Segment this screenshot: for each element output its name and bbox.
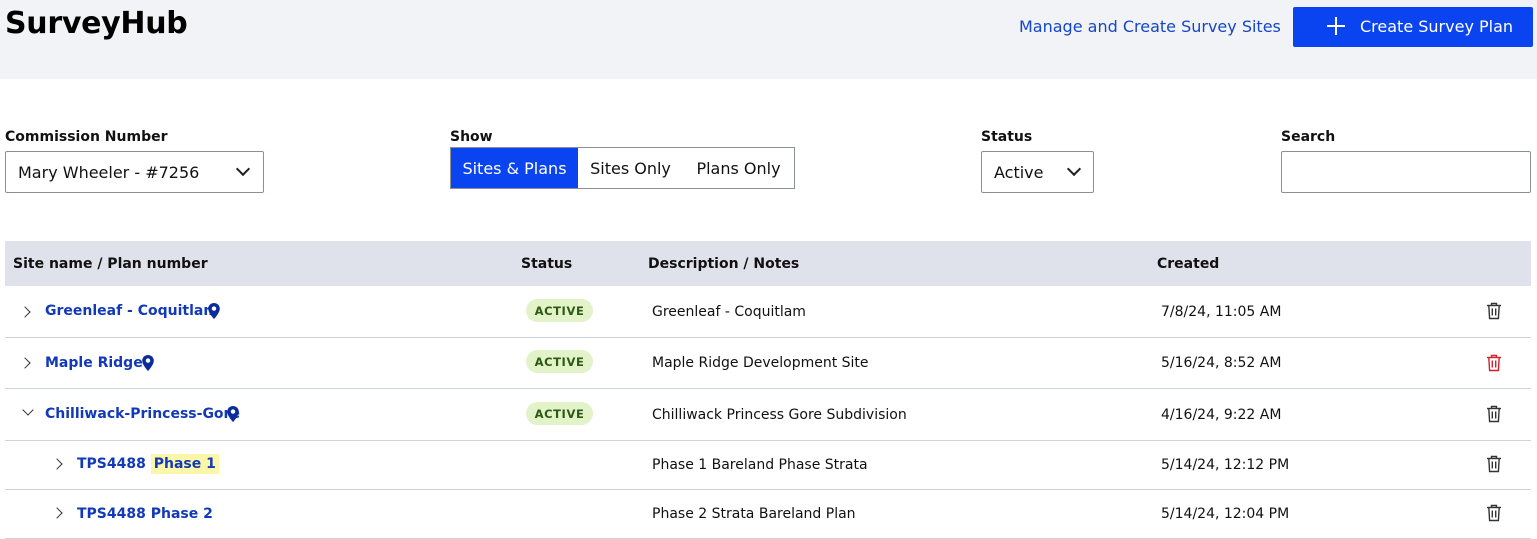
location-pin-icon[interactable] bbox=[141, 354, 155, 372]
plan-number-link[interactable]: TPS4488 Phase 1 bbox=[77, 454, 219, 474]
manage-sites-link[interactable]: Manage and Create Survey Sites bbox=[1019, 17, 1281, 36]
search-input[interactable] bbox=[1282, 152, 1530, 192]
column-created: Created bbox=[1157, 256, 1220, 272]
chevron-right-icon[interactable] bbox=[51, 458, 63, 470]
site-name-link[interactable]: Maple Ridge bbox=[45, 355, 143, 371]
description-text: Maple Ridge Development Site bbox=[652, 355, 869, 371]
show-label: Show bbox=[450, 129, 493, 145]
table-row: TPS4488 Phase 1 Phase 1 Bareland Phase S… bbox=[5, 441, 1531, 490]
show-sites-only-option[interactable]: Sites Only bbox=[578, 148, 683, 188]
created-date: 5/14/24, 12:04 PM bbox=[1161, 506, 1290, 522]
table-row: Chilliwack-Princess-Gore ACTIVE Chilliwa… bbox=[5, 389, 1531, 441]
plan-number-prefix: TPS4488 bbox=[77, 456, 146, 472]
trash-icon[interactable] bbox=[1486, 405, 1502, 423]
show-sites-and-plans-option[interactable]: Sites & Plans bbox=[451, 148, 578, 188]
description-text: Greenleaf - Coquitlam bbox=[652, 304, 806, 320]
chevron-right-icon[interactable] bbox=[19, 357, 31, 369]
status-badge: ACTIVE bbox=[526, 350, 593, 373]
created-date: 7/8/24, 11:05 AM bbox=[1161, 304, 1282, 320]
column-status: Status bbox=[521, 256, 573, 272]
status-badge: ACTIVE bbox=[526, 299, 593, 322]
search-highlight: Phase 1 bbox=[150, 454, 219, 474]
create-survey-plan-label: Create Survey Plan bbox=[1360, 17, 1514, 36]
table-row: Maple Ridge ACTIVE Maple Ridge Developme… bbox=[5, 338, 1531, 389]
table-row: Greenleaf - Coquitlam ACTIVE Greenleaf -… bbox=[5, 286, 1531, 338]
chevron-down-icon bbox=[235, 161, 251, 177]
status-value: Active bbox=[994, 163, 1044, 182]
trash-icon[interactable] bbox=[1486, 302, 1502, 320]
status-badge: ACTIVE bbox=[526, 402, 593, 425]
commission-number-select[interactable]: Mary Wheeler - #7256 bbox=[5, 151, 264, 193]
table-header: Site name / Plan number Status Descripti… bbox=[5, 241, 1531, 286]
status-label: Status bbox=[981, 129, 1033, 145]
chevron-down-icon[interactable] bbox=[22, 404, 34, 416]
column-site-name: Site name / Plan number bbox=[13, 256, 208, 272]
status-select[interactable]: Active bbox=[981, 151, 1094, 193]
table-row: TPS4488 Phase 2 Phase 2 Strata Bareland … bbox=[5, 490, 1531, 539]
chevron-right-icon[interactable] bbox=[51, 507, 63, 519]
top-bar: SurveyHub Manage and Create Survey Sites… bbox=[0, 0, 1537, 79]
created-date: 5/16/24, 8:52 AM bbox=[1161, 355, 1282, 371]
create-survey-plan-button[interactable]: Create Survey Plan bbox=[1293, 7, 1533, 47]
created-date: 4/16/24, 9:22 AM bbox=[1161, 407, 1282, 423]
show-toggle-group: Sites & Plans Sites Only Plans Only bbox=[450, 147, 795, 189]
description-text: Phase 2 Strata Bareland Plan bbox=[652, 506, 856, 522]
commission-number-label: Commission Number bbox=[5, 129, 168, 145]
column-description: Description / Notes bbox=[648, 256, 800, 272]
trash-icon[interactable] bbox=[1486, 504, 1502, 522]
description-text: Phase 1 Bareland Phase Strata bbox=[652, 457, 868, 473]
plan-number-link[interactable]: TPS4488 Phase 2 bbox=[77, 506, 213, 522]
commission-number-value: Mary Wheeler - #7256 bbox=[18, 163, 200, 182]
chevron-right-icon[interactable] bbox=[19, 306, 31, 318]
show-plans-only-option[interactable]: Plans Only bbox=[683, 148, 794, 188]
location-pin-icon[interactable] bbox=[226, 405, 240, 423]
created-date: 5/14/24, 12:12 PM bbox=[1161, 457, 1290, 473]
brand-logo: SurveyHub bbox=[5, 6, 188, 41]
search-label: Search bbox=[1281, 129, 1336, 145]
site-name-link[interactable]: Greenleaf - Coquitlam bbox=[45, 303, 218, 319]
trash-icon[interactable] bbox=[1486, 455, 1502, 473]
search-box bbox=[1281, 151, 1531, 193]
trash-icon[interactable] bbox=[1486, 354, 1502, 372]
plus-icon bbox=[1327, 17, 1345, 35]
description-text: Chilliwack Princess Gore Subdivision bbox=[652, 407, 907, 423]
location-pin-icon[interactable] bbox=[207, 302, 221, 320]
chevron-down-icon bbox=[1066, 161, 1082, 177]
site-name-link[interactable]: Chilliwack-Princess-Gore bbox=[45, 406, 240, 422]
